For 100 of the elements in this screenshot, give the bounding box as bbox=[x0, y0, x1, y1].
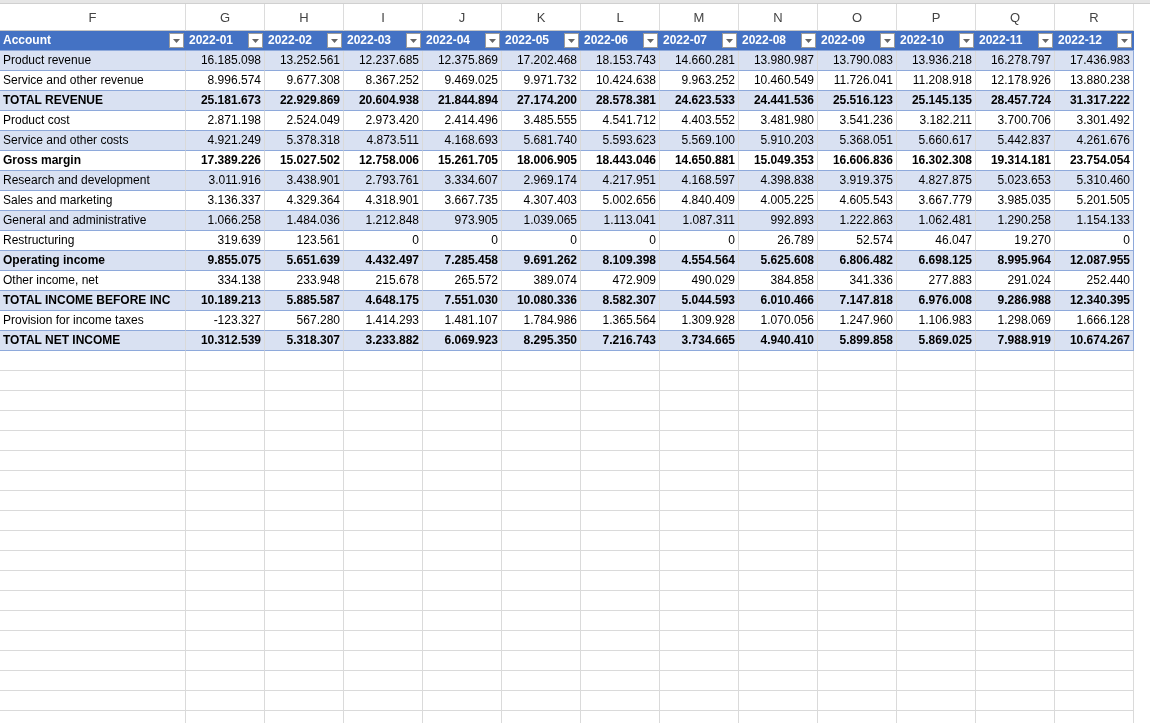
column-letter[interactable]: I bbox=[344, 4, 423, 31]
caret-icon bbox=[805, 38, 812, 43]
value-cell: 10.460.549 bbox=[739, 71, 818, 91]
value-cell: 5.625.608 bbox=[739, 251, 818, 271]
value-cell: 28.457.724 bbox=[976, 91, 1055, 111]
value-cell: 6.806.482 bbox=[818, 251, 897, 271]
filter-button[interactable] bbox=[327, 33, 342, 48]
account-cell: Operating income bbox=[0, 251, 186, 271]
filter-button[interactable] bbox=[880, 33, 895, 48]
account-cell: Provision for income taxes bbox=[0, 311, 186, 331]
account-cell: Research and development bbox=[0, 171, 186, 191]
column-header: 2022-05 bbox=[505, 32, 550, 49]
column-letter[interactable]: H bbox=[265, 4, 344, 31]
value-cell: 3.481.980 bbox=[739, 111, 818, 131]
value-cell: 31.317.222 bbox=[1055, 91, 1134, 111]
column-letter[interactable]: L bbox=[581, 4, 660, 31]
value-cell: 3.438.901 bbox=[265, 171, 344, 191]
value-cell: 1.784.986 bbox=[502, 311, 581, 331]
value-cell: 9.691.262 bbox=[502, 251, 581, 271]
filter-button[interactable] bbox=[801, 33, 816, 48]
account-cell: Product cost bbox=[0, 111, 186, 131]
column-letter[interactable]: J bbox=[423, 4, 502, 31]
filter-button[interactable] bbox=[643, 33, 658, 48]
column-letter[interactable]: M bbox=[660, 4, 739, 31]
value-cell: 52.574 bbox=[818, 231, 897, 251]
value-cell: 2.871.198 bbox=[186, 111, 265, 131]
column-letter[interactable]: K bbox=[502, 4, 581, 31]
filter-button[interactable] bbox=[564, 33, 579, 48]
filter-button[interactable] bbox=[169, 33, 184, 48]
value-cell: 389.074 bbox=[502, 271, 581, 291]
column-letter[interactable]: O bbox=[818, 4, 897, 31]
value-cell: 5.593.623 bbox=[581, 131, 660, 151]
value-cell: 1.666.128 bbox=[1055, 311, 1134, 331]
column-letter[interactable]: P bbox=[897, 4, 976, 31]
column-letter[interactable]: R bbox=[1055, 4, 1134, 31]
account-cell: TOTAL INCOME BEFORE INC bbox=[0, 291, 186, 311]
account-cell: Service and other revenue bbox=[0, 71, 186, 91]
value-cell: 1.247.960 bbox=[818, 311, 897, 331]
caret-icon bbox=[489, 38, 496, 43]
value-cell: 5.442.837 bbox=[976, 131, 1055, 151]
value-cell: 5.044.593 bbox=[660, 291, 739, 311]
value-cell: 384.858 bbox=[739, 271, 818, 291]
value-cell: 3.734.665 bbox=[660, 331, 739, 351]
value-cell: 3.919.375 bbox=[818, 171, 897, 191]
value-cell: 992.893 bbox=[739, 211, 818, 231]
value-cell: 6.698.125 bbox=[897, 251, 976, 271]
filter-button[interactable] bbox=[485, 33, 500, 48]
value-cell: 0 bbox=[502, 231, 581, 251]
value-cell: 16.302.308 bbox=[897, 151, 976, 171]
value-cell: 7.285.458 bbox=[423, 251, 502, 271]
column-letter[interactable]: F bbox=[0, 4, 186, 31]
value-cell: 17.202.468 bbox=[502, 51, 581, 71]
value-cell: 291.024 bbox=[976, 271, 1055, 291]
value-cell: 1.414.293 bbox=[344, 311, 423, 331]
column-header: 2022-11 bbox=[979, 32, 1023, 49]
value-cell: 7.216.743 bbox=[581, 331, 660, 351]
value-cell: 4.432.497 bbox=[344, 251, 423, 271]
value-cell: 10.674.267 bbox=[1055, 331, 1134, 351]
filter-button[interactable] bbox=[406, 33, 421, 48]
column-header: 2022-06 bbox=[584, 32, 629, 49]
value-cell: 3.136.337 bbox=[186, 191, 265, 211]
value-cell: 1.062.481 bbox=[897, 211, 976, 231]
value-cell: 17.436.983 bbox=[1055, 51, 1134, 71]
value-cell: 4.840.409 bbox=[660, 191, 739, 211]
value-cell: 4.605.543 bbox=[818, 191, 897, 211]
filter-button[interactable] bbox=[1117, 33, 1132, 48]
filter-button[interactable] bbox=[959, 33, 974, 48]
value-cell: 24.441.536 bbox=[739, 91, 818, 111]
value-cell: 25.181.673 bbox=[186, 91, 265, 111]
filter-button[interactable] bbox=[1038, 33, 1053, 48]
value-cell: 9.286.988 bbox=[976, 291, 1055, 311]
value-cell: 14.650.881 bbox=[660, 151, 739, 171]
value-cell: 7.147.818 bbox=[818, 291, 897, 311]
value-cell: 17.389.226 bbox=[186, 151, 265, 171]
value-cell: 319.639 bbox=[186, 231, 265, 251]
column-header: 2022-07 bbox=[663, 32, 708, 49]
value-cell: 13.936.218 bbox=[897, 51, 976, 71]
column-letter[interactable]: Q bbox=[976, 4, 1055, 31]
value-cell: 11.726.041 bbox=[818, 71, 897, 91]
filter-button[interactable] bbox=[248, 33, 263, 48]
value-cell: 7.551.030 bbox=[423, 291, 502, 311]
value-cell: 1.070.056 bbox=[739, 311, 818, 331]
value-cell: 16.278.797 bbox=[976, 51, 1055, 71]
value-cell: 2.524.049 bbox=[265, 111, 344, 131]
value-cell: 2.969.174 bbox=[502, 171, 581, 191]
value-cell: 4.648.175 bbox=[344, 291, 423, 311]
column-header: 2022-10 bbox=[900, 32, 945, 49]
value-cell: 233.948 bbox=[265, 271, 344, 291]
value-cell: 4.554.564 bbox=[660, 251, 739, 271]
value-cell: 19.314.181 bbox=[976, 151, 1055, 171]
value-cell: 8.109.398 bbox=[581, 251, 660, 271]
caret-icon bbox=[410, 38, 417, 43]
column-header: 2022-03 bbox=[347, 32, 392, 49]
value-cell: 123.561 bbox=[265, 231, 344, 251]
value-cell: 21.844.894 bbox=[423, 91, 502, 111]
column-letter[interactable]: G bbox=[186, 4, 265, 31]
value-cell: 4.921.249 bbox=[186, 131, 265, 151]
filter-button[interactable] bbox=[722, 33, 737, 48]
column-letter[interactable]: N bbox=[739, 4, 818, 31]
value-cell: 18.443.046 bbox=[581, 151, 660, 171]
